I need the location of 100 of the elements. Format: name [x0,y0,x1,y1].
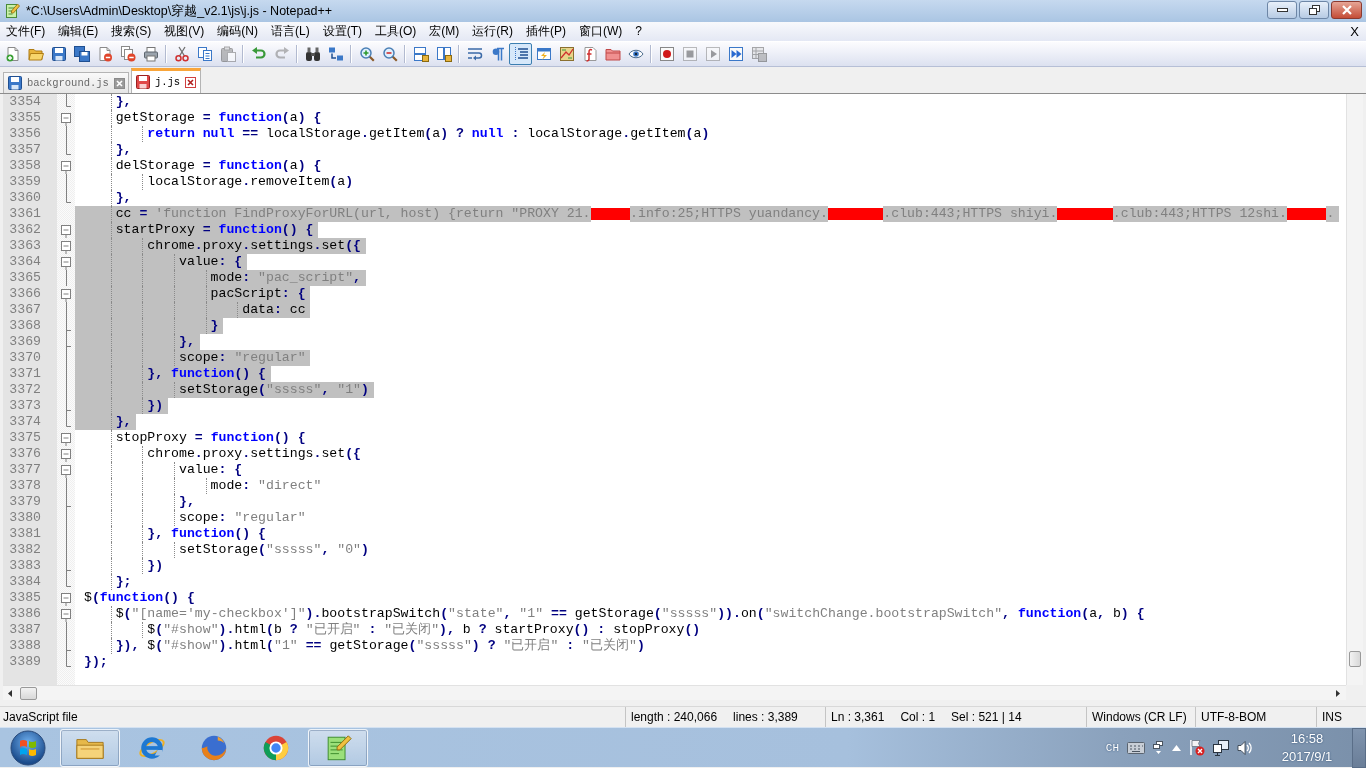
play-icon [704,46,721,62]
code-line: }); [84,654,108,670]
menu-item[interactable]: 设置(T) [316,22,369,41]
collapse-icon[interactable] [61,465,71,478]
code-line: scope: "regular" [177,510,306,526]
status-text: length : 240,066 [631,710,718,724]
collapse-icon[interactable] [61,289,71,302]
vertical-scrollbar[interactable] [1346,94,1363,685]
code-line: }, function() { [146,526,267,542]
code-line: $("#show").html(b ? "已开启" : "已关闭"), b ? startProxy() : stopProxy() [146,622,701,638]
status-text: Ln : 3,361 [831,710,885,724]
stop-icon [681,46,698,62]
menu-item[interactable]: 语言(L) [264,22,317,41]
fold-line [65,270,67,286]
line-number: 3367 [9,302,41,318]
copy-icon [196,46,213,62]
code-line: setStorage("sssss", "0") [177,542,369,558]
close-document-button[interactable]: X [1350,22,1359,41]
line-number: 3371 [9,366,41,382]
indent-guide-button[interactable] [509,43,532,65]
status-text: Windows (CR LF) [1092,710,1187,724]
taskbar-button[interactable] [308,728,368,767]
scroll-right-icon[interactable] [1336,689,1340,697]
code-line: }, [114,94,132,110]
close-icon [1340,5,1353,15]
line-number: 3376 [9,446,41,462]
collapse-icon[interactable] [61,593,71,606]
grid-icon [750,46,767,62]
close-icon[interactable] [113,77,125,89]
file-tab[interactable]: background.js [3,72,129,93]
menu-item[interactable]: 窗口(W) [572,22,629,41]
line-number: 3388 [9,638,41,654]
menu-item[interactable]: 运行(R) [465,22,520,41]
line-number: 3368 [9,318,41,334]
collapse-icon[interactable] [61,161,71,174]
scrollbar-thumb[interactable] [1349,651,1361,667]
line-number: 3364 [9,254,41,270]
pages-minus-icon [119,46,136,62]
code-text: cc = 'function FindProxyForURL(url, host) {return "PROXY 21. [75,206,591,222]
status-text: JavaScript file [3,710,78,724]
speaker-icon[interactable] [1237,739,1252,756]
scrollbar-thumb[interactable] [20,686,37,700]
menu-item[interactable]: 工具(O) [368,22,423,41]
line-number: 3360 [9,190,41,206]
line-number: 3373 [9,398,41,414]
line-number: 3384 [9,574,41,590]
collapse-icon[interactable] [61,449,71,462]
flag-error-icon[interactable] [1189,739,1205,756]
collapse-icon[interactable] [61,241,71,254]
taskbar-button[interactable] [60,728,120,767]
restore-icon [1308,5,1320,15]
close-button[interactable] [1331,1,1362,19]
collapse-icon[interactable] [61,609,71,622]
file-tab[interactable]: j.js [130,68,202,93]
line-number: 3389 [9,654,41,670]
show-desktop-button[interactable] [1352,727,1366,768]
menu-item[interactable]: 宏(M) [422,22,466,41]
menu-item[interactable]: 搜索(S) [104,22,158,41]
code-text: .info:25;HTTPS yuandancy. [630,206,828,222]
line-number: 3366 [9,286,41,302]
line-number: 3354 [9,94,41,110]
restore-button[interactable] [1299,1,1329,19]
status-text: Col : 1 [900,710,936,724]
stacked-windows-icon [412,46,429,62]
code-line: }, [114,190,132,206]
menu-item[interactable]: 文件(F) [0,22,52,41]
line-number: 3387 [9,622,41,638]
line-number: 3386 [9,606,41,622]
zoom-out-icon [381,46,398,62]
line-number: 3382 [9,542,41,558]
code-line: $(function() { [84,590,195,606]
menu-item[interactable]: ? [628,22,649,41]
code-text: . [1326,206,1340,222]
collapse-icon[interactable] [61,433,71,446]
close-icon[interactable] [185,76,197,88]
line-number: 3380 [9,510,41,526]
keyboard-icon[interactable] [1127,741,1145,754]
scroll-left-icon[interactable] [8,689,12,697]
fast-forward-icon [727,46,744,62]
notepad-pencil-icon [4,3,20,19]
collapse-icon[interactable] [61,113,71,126]
record-icon [658,46,675,62]
line-number: 3383 [9,558,41,574]
word-wrap-icon [466,46,483,62]
menu-item[interactable]: 插件(P) [519,22,573,41]
network-icon[interactable] [1213,739,1229,756]
collapse-icon[interactable] [61,257,71,270]
menu-item[interactable]: 视图(V) [157,22,211,41]
horizontal-scrollbar[interactable] [3,685,1346,700]
small-windows-icon[interactable] [1153,740,1164,755]
caret-up-icon[interactable] [1172,744,1181,751]
zoom-in-icon [358,46,375,62]
code-line: value: { [177,462,243,478]
minimize-button[interactable] [1267,1,1297,19]
line-number: 3372 [9,382,41,398]
line-number: 3369 [9,334,41,350]
window-lightning-icon [535,46,552,62]
collapse-icon[interactable] [61,225,71,238]
menu-item[interactable]: 编辑(E) [51,22,105,41]
menu-item[interactable]: 编码(N) [210,22,265,41]
